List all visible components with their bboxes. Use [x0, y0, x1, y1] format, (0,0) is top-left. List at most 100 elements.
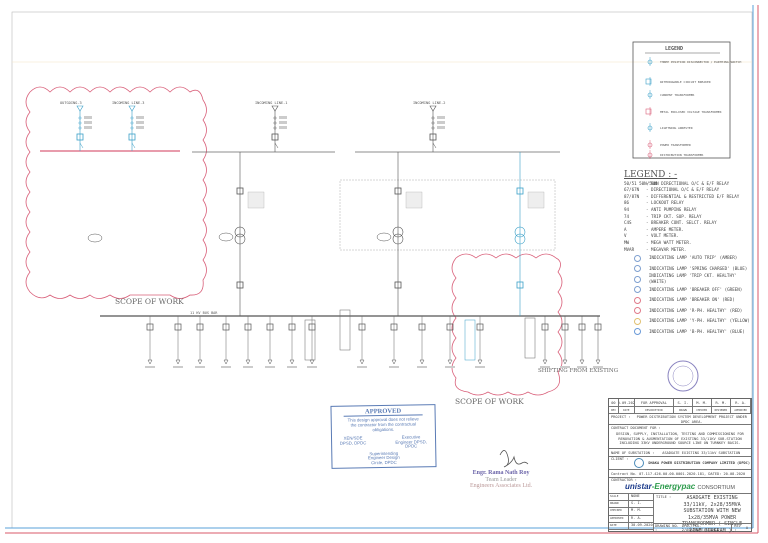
- relay-code: 87/87N: [624, 193, 640, 199]
- dpdc-logo: [634, 458, 645, 468]
- revision-header-cell: DATE: [619, 407, 635, 413]
- drawn-value: S. I.: [631, 501, 642, 506]
- relay-legend-title: LEGEND : -: [624, 170, 678, 180]
- incomer-label: INCOMING LINE-2: [413, 101, 445, 105]
- approval-sig-xen: XEN/SDE DPSD, DPDC: [339, 435, 367, 446]
- cable-end-icon: [128, 105, 136, 112]
- relay-code: MVAR: [624, 246, 635, 252]
- ct-rating-text: [136, 116, 144, 119]
- feeder-label: [357, 366, 367, 368]
- contract-text: DESIGN, SUPPLY, INSTALLATION, TESTING AN…: [616, 432, 744, 446]
- substation-label: NAME OF SUBSTATION :: [611, 450, 655, 455]
- feeder-cable-end-icon: [595, 359, 601, 365]
- drawn-label: DRAWN: [609, 501, 629, 508]
- revision-header-row: REV DATE DESCRIPTION DRAWN CHECKED REVIEWED AP…: [609, 407, 751, 414]
- relay-desc: LOCKOUT RELAY: [651, 200, 684, 206]
- relay-desc: ANTI PUMPING RELAY: [651, 206, 697, 212]
- revision-cell: 30.09.2020: [619, 399, 635, 406]
- relay-desc: MEGA WATT METER.: [651, 239, 692, 245]
- ct-rating-text: [437, 126, 445, 129]
- relay-panel: [527, 191, 545, 209]
- date-value: 30.09.2020: [631, 522, 653, 527]
- revision-cell: S. I.: [674, 399, 693, 406]
- relay-legend-item: 94- ANTI PUMPING RELAY: [624, 207, 752, 214]
- feeder-cable-end-icon: [447, 359, 453, 365]
- company-seal: [667, 360, 699, 392]
- feeder-cable-end-icon: [542, 359, 548, 365]
- revision-cell: R. A.: [731, 399, 751, 406]
- disconnector-icon: [432, 142, 437, 149]
- cable-end-icon: [271, 105, 279, 112]
- relay-desc: TRIP CKT. SUP. RELAY: [651, 213, 702, 219]
- disconnector-icon: [274, 142, 279, 149]
- feeder-label: [265, 366, 275, 368]
- lamp-desc: INDICATING LAMP 'AUTO TRIP' (AMBER): [649, 255, 738, 261]
- engineer-org: Engineers Associates Ltd.: [470, 483, 533, 489]
- relay-desc: NON DIRECTIONAL O/C & E/F RELAY: [651, 180, 730, 186]
- substation-text: ASADGATE EXISTING 33/11kV SUBSTATION: [662, 450, 741, 455]
- ct-rating-text: [279, 126, 287, 129]
- contract-number: Contract No. 07.117.426.00.00.0001.2020.…: [611, 471, 746, 476]
- lamp-desc: INDICATING LAMP 'BREAKER ON' (RED): [649, 297, 735, 303]
- ct-rating-text: [279, 121, 287, 124]
- symbol-legend-item: THREE POSITION DISCONNECTOR / EARTHING S…: [660, 60, 741, 64]
- indicating-lamp-icon: [634, 317, 641, 325]
- disconnector-icon: [79, 142, 84, 149]
- revision-cell: FOR APPROVAL: [635, 399, 675, 406]
- approved-label: APPROVED: [609, 515, 629, 522]
- engineer-name: Engr. Rama Nath Roy: [472, 470, 530, 476]
- feeder-label: [417, 366, 427, 368]
- relay-code: 86: [624, 200, 630, 206]
- checked-value: M. M.: [631, 508, 642, 513]
- revision-cell: 00: [609, 399, 619, 406]
- feeder-cable-end-icon: [223, 359, 229, 365]
- relay-legend-item: 67/67N - DIRECTIONAL O/C & E/F RELAY: [624, 187, 752, 194]
- symbol-legend-item: LIGHTNING ARRESTER: [660, 126, 693, 130]
- rev-value: A: [745, 525, 748, 530]
- feeder-cable-end-icon: [477, 359, 483, 365]
- feeder-label: [173, 366, 183, 368]
- relay-legend-item: A- AMPERE METER.: [624, 227, 752, 234]
- revision-row: 0030.09.2020FOR APPROVALS. I.M. M.R. M.R…: [609, 399, 751, 407]
- revision-header-cell: CHECKED: [693, 407, 712, 413]
- ct-rating-text: [136, 121, 144, 124]
- title-block: 0030.09.2020FOR APPROVALS. I.M. M.R. M.R…: [608, 398, 752, 534]
- indicating-lamp-icon: [634, 307, 641, 315]
- approval-sig-ee: Executive Engineer DPSD, DPDC: [395, 434, 427, 449]
- cable-end-icon: [76, 105, 84, 112]
- ct-rating-text: [84, 126, 92, 129]
- feeder-label: [221, 366, 231, 368]
- revision-cell: M. M.: [693, 399, 712, 406]
- ct-rating-text: [84, 121, 92, 124]
- lamp-desc: INDICATING LAMP 'TRIP CKT. HEALTHY' (WHI…: [648, 272, 738, 285]
- relay-desc: BREAKER CONT. SELCT. RELAY: [651, 220, 717, 226]
- relay-desc: AMPERE METER.: [651, 226, 684, 232]
- revision-header-cell: DESCRIPTION: [635, 407, 675, 413]
- revision-header-cell: APPROVED: [731, 407, 751, 413]
- drawing-number: DPDC/PKG-2/ASADGATE/SLD/E1: [681, 523, 719, 532]
- feeder-cable-end-icon: [419, 359, 425, 365]
- feeder-cable-end-icon: [147, 359, 153, 365]
- rev-label: REV :: [731, 523, 746, 532]
- relay-legend-item: C4S - BREAKER CONT. SELCT. RELAY: [624, 220, 752, 227]
- relay-legend: LEGEND : - 50/51 50N/51N - NON DIRECTIONA…: [624, 170, 752, 337]
- symbol-legend-title: LEGEND: [665, 46, 683, 52]
- symbol-legend-item: DISTRIBUTION TRANSFORMER: [660, 153, 704, 157]
- client-label: CLIENT :: [611, 457, 629, 461]
- feeder-label: [475, 366, 485, 368]
- relay-legend-item: V- VOLT METER.: [624, 233, 752, 240]
- relay-desc: DIFFERENTIAL & RESTRICTED E/F RELAY: [651, 193, 740, 199]
- disconnector-icon: [131, 142, 136, 149]
- indicating-lamp-icon: [634, 265, 641, 273]
- feeder-cable-end-icon: [309, 359, 315, 365]
- indicating-lamp-icon: [634, 286, 641, 294]
- feeder-cable-end-icon: [289, 359, 295, 365]
- relay-desc: MEGAVAR METER.: [651, 246, 687, 252]
- feeder-label: [445, 366, 455, 368]
- ct-rating-text: [437, 116, 445, 119]
- client-text: DHAKA POWER DISTRIBUTION COMPANY LIMITED…: [648, 461, 751, 465]
- relay-code: MW: [624, 239, 630, 245]
- cable-end-icon: [429, 105, 437, 112]
- feeder-label: [243, 366, 253, 368]
- unistar-logo: unistar: [625, 482, 652, 491]
